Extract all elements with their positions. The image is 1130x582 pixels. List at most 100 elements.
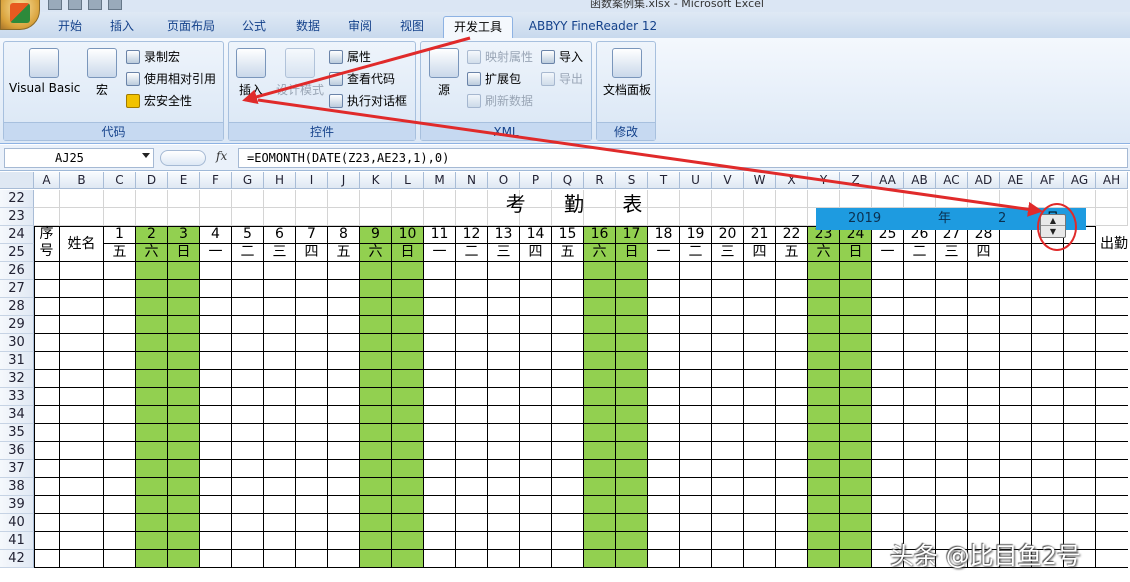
attendance-cell[interactable] <box>488 280 520 298</box>
attendance-cell[interactable] <box>712 550 744 568</box>
attendance-cell[interactable] <box>904 280 936 298</box>
weekday-cell[interactable]: 二 <box>232 244 264 262</box>
attendance-cell[interactable] <box>456 352 488 370</box>
header-attendance[interactable]: 出勤 <box>1096 226 1128 262</box>
attendance-cell[interactable] <box>34 406 60 424</box>
tab-view[interactable]: 视图 <box>394 16 430 38</box>
attendance-cell[interactable] <box>488 298 520 316</box>
column-header-L[interactable]: L <box>392 172 424 189</box>
attendance-cell[interactable] <box>424 460 456 478</box>
attendance-cell[interactable] <box>904 316 936 334</box>
attendance-cell[interactable] <box>296 460 328 478</box>
attendance-cell[interactable] <box>808 298 840 316</box>
attendance-cell[interactable] <box>744 298 776 316</box>
attendance-cell[interactable] <box>1032 316 1064 334</box>
attendance-cell[interactable] <box>872 514 904 532</box>
attendance-cell[interactable] <box>968 280 1000 298</box>
attendance-cell[interactable] <box>1032 406 1064 424</box>
attendance-cell[interactable] <box>232 532 264 550</box>
attendance-cell[interactable] <box>936 496 968 514</box>
attendance-cell[interactable] <box>168 370 200 388</box>
attendance-cell[interactable] <box>808 496 840 514</box>
attendance-cell[interactable] <box>488 334 520 352</box>
attendance-cell[interactable] <box>104 460 136 478</box>
attendance-cell[interactable] <box>904 352 936 370</box>
attendance-cell[interactable] <box>1064 442 1096 460</box>
attendance-cell[interactable] <box>1032 298 1064 316</box>
attendance-cell[interactable] <box>520 550 552 568</box>
attendance-cell[interactable] <box>616 514 648 532</box>
attendance-cell[interactable] <box>616 370 648 388</box>
attendance-cell[interactable] <box>296 262 328 280</box>
attendance-cell[interactable] <box>840 370 872 388</box>
attendance-cell[interactable] <box>872 334 904 352</box>
day-cell[interactable]: 12 <box>456 226 488 244</box>
attendance-cell[interactable] <box>776 550 808 568</box>
attendance-cell[interactable] <box>264 532 296 550</box>
attendance-cell[interactable] <box>776 496 808 514</box>
attendance-cell[interactable] <box>616 460 648 478</box>
attendance-cell[interactable] <box>136 550 168 568</box>
attendance-cell[interactable] <box>552 388 584 406</box>
attendance-cell[interactable] <box>232 316 264 334</box>
column-header-AF[interactable]: AF <box>1032 172 1064 189</box>
row-header-35[interactable]: 35 <box>0 424 34 442</box>
attendance-cell[interactable] <box>488 406 520 424</box>
attendance-cell[interactable] <box>104 514 136 532</box>
attendance-cell[interactable] <box>840 262 872 280</box>
attendance-cell[interactable] <box>392 424 424 442</box>
day-cell[interactable]: 16 <box>584 226 616 244</box>
attendance-cell[interactable] <box>840 280 872 298</box>
attendance-cell[interactable] <box>392 370 424 388</box>
row-header-33[interactable]: 33 <box>0 388 34 406</box>
attendance-cell[interactable] <box>360 532 392 550</box>
attendance-cell[interactable] <box>104 532 136 550</box>
attendance-cell[interactable] <box>936 370 968 388</box>
row-header-29[interactable]: 29 <box>0 316 34 334</box>
attendance-cell[interactable] <box>200 514 232 532</box>
attendance-cell[interactable] <box>904 370 936 388</box>
attendance-cell[interactable] <box>648 298 680 316</box>
attendance-cell[interactable] <box>648 478 680 496</box>
attendance-cell[interactable] <box>296 550 328 568</box>
attendance-cell[interactable] <box>968 424 1000 442</box>
attendance-cell[interactable] <box>840 496 872 514</box>
attendance-cell[interactable] <box>872 478 904 496</box>
attendance-cell[interactable] <box>1000 496 1032 514</box>
attendance-cell[interactable] <box>328 460 360 478</box>
attendance-cell[interactable] <box>360 442 392 460</box>
attendance-cell[interactable] <box>168 514 200 532</box>
attendance-cell[interactable] <box>328 298 360 316</box>
attendance-cell[interactable] <box>104 334 136 352</box>
attendance-cell[interactable] <box>552 352 584 370</box>
weekday-cell[interactable] <box>1064 244 1096 262</box>
attendance-cell[interactable] <box>296 352 328 370</box>
attendance-cell[interactable] <box>296 370 328 388</box>
attendance-cell[interactable] <box>456 514 488 532</box>
attendance-cell[interactable] <box>1096 478 1128 496</box>
day-cell[interactable]: 1 <box>104 226 136 244</box>
attendance-cell[interactable] <box>968 352 1000 370</box>
attendance-cell[interactable] <box>936 424 968 442</box>
attendance-cell[interactable] <box>776 262 808 280</box>
attendance-cell[interactable] <box>60 442 104 460</box>
attendance-cell[interactable] <box>200 496 232 514</box>
attendance-cell[interactable] <box>808 460 840 478</box>
attendance-cell[interactable] <box>680 424 712 442</box>
column-header-B[interactable]: B <box>60 172 104 189</box>
attendance-cell[interactable] <box>104 280 136 298</box>
attendance-cell[interactable] <box>552 496 584 514</box>
attendance-cell[interactable] <box>232 406 264 424</box>
attendance-cell[interactable] <box>456 442 488 460</box>
attendance-cell[interactable] <box>200 460 232 478</box>
attendance-cell[interactable] <box>776 388 808 406</box>
attendance-cell[interactable] <box>776 442 808 460</box>
attendance-cell[interactable] <box>552 280 584 298</box>
attendance-cell[interactable] <box>840 424 872 442</box>
attendance-cell[interactable] <box>648 406 680 424</box>
attendance-cell[interactable] <box>424 298 456 316</box>
attendance-cell[interactable] <box>328 334 360 352</box>
attendance-cell[interactable] <box>680 334 712 352</box>
attendance-cell[interactable] <box>136 406 168 424</box>
attendance-cell[interactable] <box>456 496 488 514</box>
